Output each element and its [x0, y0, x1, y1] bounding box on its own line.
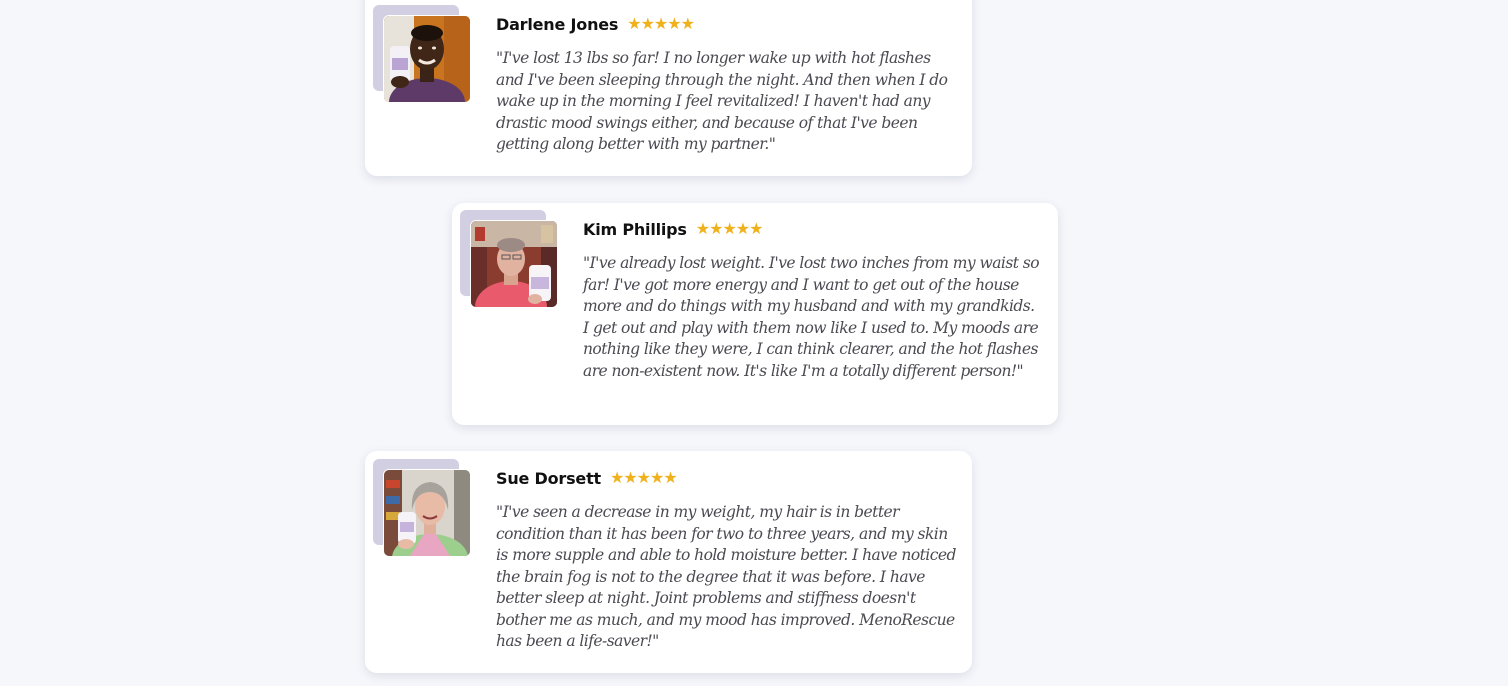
- avatar-frame: [373, 5, 473, 105]
- testimonial-card: Kim Phillips ★★★★★ "I've already lost we…: [452, 203, 1058, 425]
- testimonial-body: Sue Dorsett ★★★★★ "I've seen a decrease …: [496, 467, 958, 653]
- testimonial-quote: "I've seen a decrease in my weight, my h…: [496, 503, 956, 650]
- reviewer-name: Darlene Jones: [496, 14, 619, 34]
- avatar: [383, 469, 471, 557]
- testimonial-header: Darlene Jones ★★★★★: [496, 13, 958, 35]
- testimonial-quote: "I've lost 13 lbs so far! I no longer wa…: [496, 49, 948, 153]
- testimonial-quote: "I've already lost weight. I've lost two…: [583, 254, 1040, 380]
- star-rating-icon: ★★★★★: [695, 219, 764, 238]
- customer-photo-kim: [471, 221, 557, 307]
- reviewer-name: Kim Phillips: [583, 219, 687, 239]
- testimonial-body: Kim Phillips ★★★★★ "I've already lost we…: [583, 218, 1044, 382]
- star-rating-icon: ★★★★★: [609, 468, 678, 487]
- star-rating-icon: ★★★★★: [627, 14, 695, 33]
- testimonial-card: Darlene Jones ★★★★★ "I've lost 13 lbs so…: [365, 0, 972, 176]
- customer-photo-sue: [384, 470, 470, 556]
- avatar: [470, 220, 558, 308]
- testimonial-header: Kim Phillips ★★★★★: [583, 218, 1044, 240]
- testimonial-header: Sue Dorsett ★★★★★: [496, 467, 958, 489]
- avatar-frame: [460, 210, 560, 310]
- avatar-frame: [373, 459, 473, 559]
- avatar: [383, 15, 471, 103]
- testimonial-card: Sue Dorsett ★★★★★ "I've seen a decrease …: [365, 451, 972, 673]
- customer-photo-darlene: [384, 16, 470, 102]
- testimonials-section: Darlene Jones ★★★★★ "I've lost 13 lbs so…: [0, 0, 1508, 686]
- reviewer-name: Sue Dorsett: [496, 468, 601, 488]
- testimonial-body: Darlene Jones ★★★★★ "I've lost 13 lbs so…: [496, 13, 958, 156]
